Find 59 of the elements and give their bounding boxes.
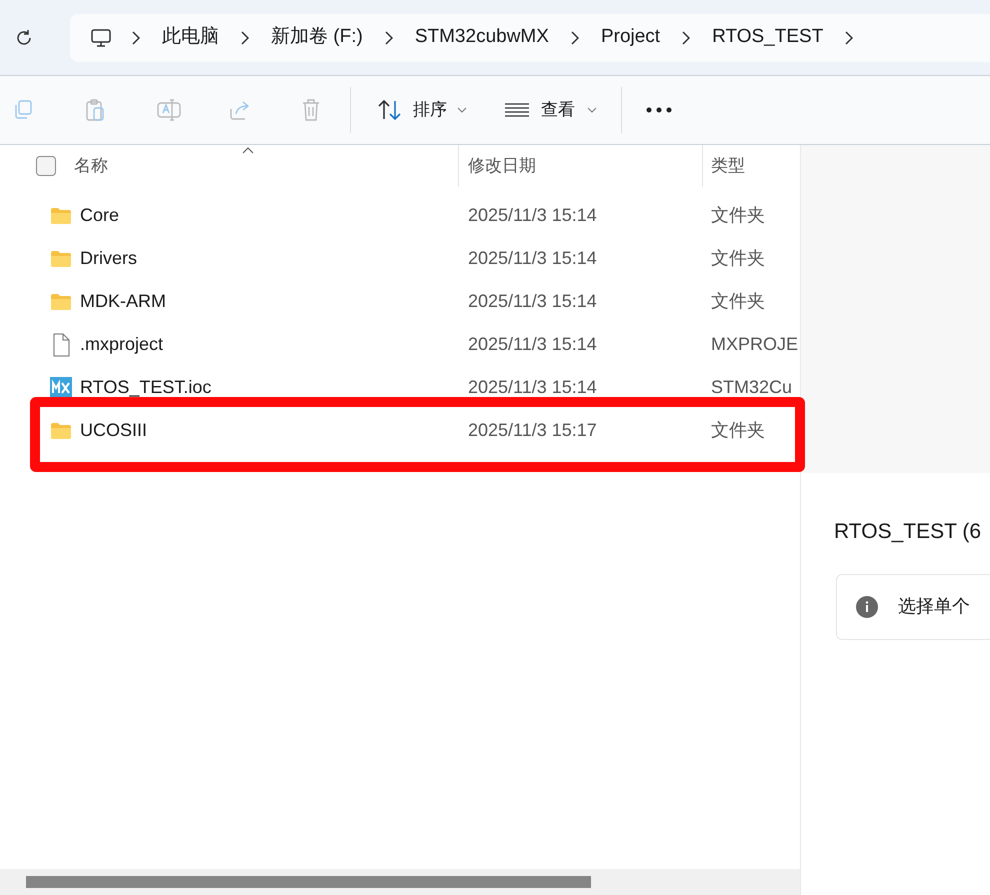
modified-date: 2025/11/3 15:14 bbox=[468, 376, 598, 399]
sort-icon bbox=[377, 99, 403, 121]
file-name: RTOS_TEST.ioc bbox=[80, 376, 212, 399]
address-bar[interactable]: 此电脑 新加卷 (F:) STM32cubwMX Project RTOS_TEST bbox=[70, 14, 990, 62]
breadcrumb-item[interactable]: Project bbox=[594, 23, 666, 52]
file-row[interactable]: Core 2025/11/3 15:14 文件夹 bbox=[0, 194, 800, 237]
modified-date: 2025/11/3 15:14 bbox=[468, 290, 598, 313]
modified-date: 2025/11/3 15:14 bbox=[468, 204, 598, 227]
file-name: Core bbox=[80, 204, 120, 227]
file-name: Drivers bbox=[80, 247, 138, 270]
folder-icon bbox=[50, 206, 72, 224]
info-text: 选择单个 bbox=[898, 595, 970, 618]
chevron-down-icon bbox=[587, 107, 597, 113]
mx-file-icon bbox=[50, 376, 72, 398]
file-type: 文件夹 bbox=[711, 290, 765, 313]
more-icon[interactable] bbox=[646, 107, 672, 113]
horizontal-scrollbar[interactable] bbox=[26, 876, 591, 888]
folder-icon bbox=[50, 292, 72, 310]
file-name: .mxproject bbox=[80, 333, 164, 356]
select-all-checkbox[interactable] bbox=[36, 156, 56, 176]
folder-icon bbox=[50, 250, 72, 268]
file-row[interactable]: .mxproject 2025/11/3 15:14 MXPROJE bbox=[0, 323, 800, 366]
chevron-right-icon[interactable] bbox=[682, 30, 690, 44]
computer-icon bbox=[90, 26, 112, 48]
chevron-right-icon[interactable] bbox=[384, 30, 393, 44]
file-name: UCOSIII bbox=[80, 419, 148, 442]
file-row[interactable]: MDK-ARM 2025/11/3 15:14 文件夹 bbox=[0, 280, 800, 323]
modified-date: 2025/11/3 15:14 bbox=[468, 333, 598, 356]
info-icon bbox=[856, 596, 878, 618]
file-name: MDK-ARM bbox=[80, 290, 167, 313]
breadcrumb-item[interactable]: STM32cubwMX bbox=[408, 23, 555, 52]
chevron-right-icon[interactable] bbox=[845, 30, 854, 44]
sort-button[interactable]: 排序 bbox=[373, 90, 471, 130]
file-row[interactable]: Drivers 2025/11/3 15:14 文件夹 bbox=[0, 237, 800, 280]
folder-icon bbox=[50, 422, 72, 440]
chevron-right-icon[interactable] bbox=[570, 30, 579, 44]
modified-date: 2025/11/3 15:17 bbox=[468, 419, 598, 442]
chevron-right-icon[interactable] bbox=[241, 30, 249, 44]
breadcrumb-item[interactable]: 新加卷 (F:) bbox=[265, 23, 369, 52]
file-type: 文件夹 bbox=[711, 204, 765, 227]
chevron-down-icon bbox=[457, 107, 467, 113]
sort-up-icon bbox=[242, 147, 254, 154]
file-type: 文件夹 bbox=[711, 419, 765, 442]
file-type: 文件夹 bbox=[711, 247, 765, 270]
modified-date: 2025/11/3 15:14 bbox=[468, 247, 598, 270]
file-row[interactable]: UCOSIII 2025/11/3 15:17 文件夹 bbox=[0, 409, 800, 452]
chevron-right-icon[interactable] bbox=[132, 30, 140, 44]
list-lines-icon bbox=[505, 102, 529, 118]
file-type: STM32Cu bbox=[711, 376, 792, 399]
breadcrumb-item[interactable]: RTOS_TEST bbox=[706, 23, 830, 52]
file-row[interactable]: RTOS_TEST.ioc 2025/11/3 15:14 STM32Cu bbox=[0, 366, 800, 409]
details-title: RTOS_TEST (6 bbox=[834, 519, 982, 545]
column-header[interactable]: 类型 bbox=[711, 153, 745, 179]
clipboard-icon[interactable] bbox=[84, 98, 106, 122]
column-header[interactable]: 修改日期 bbox=[468, 153, 702, 179]
column-header[interactable]: 名称 bbox=[74, 153, 458, 179]
file-type: MXPROJE bbox=[711, 333, 798, 356]
view-button[interactable]: 查看 bbox=[501, 90, 601, 130]
breadcrumb-item[interactable]: 此电脑 bbox=[156, 23, 225, 52]
